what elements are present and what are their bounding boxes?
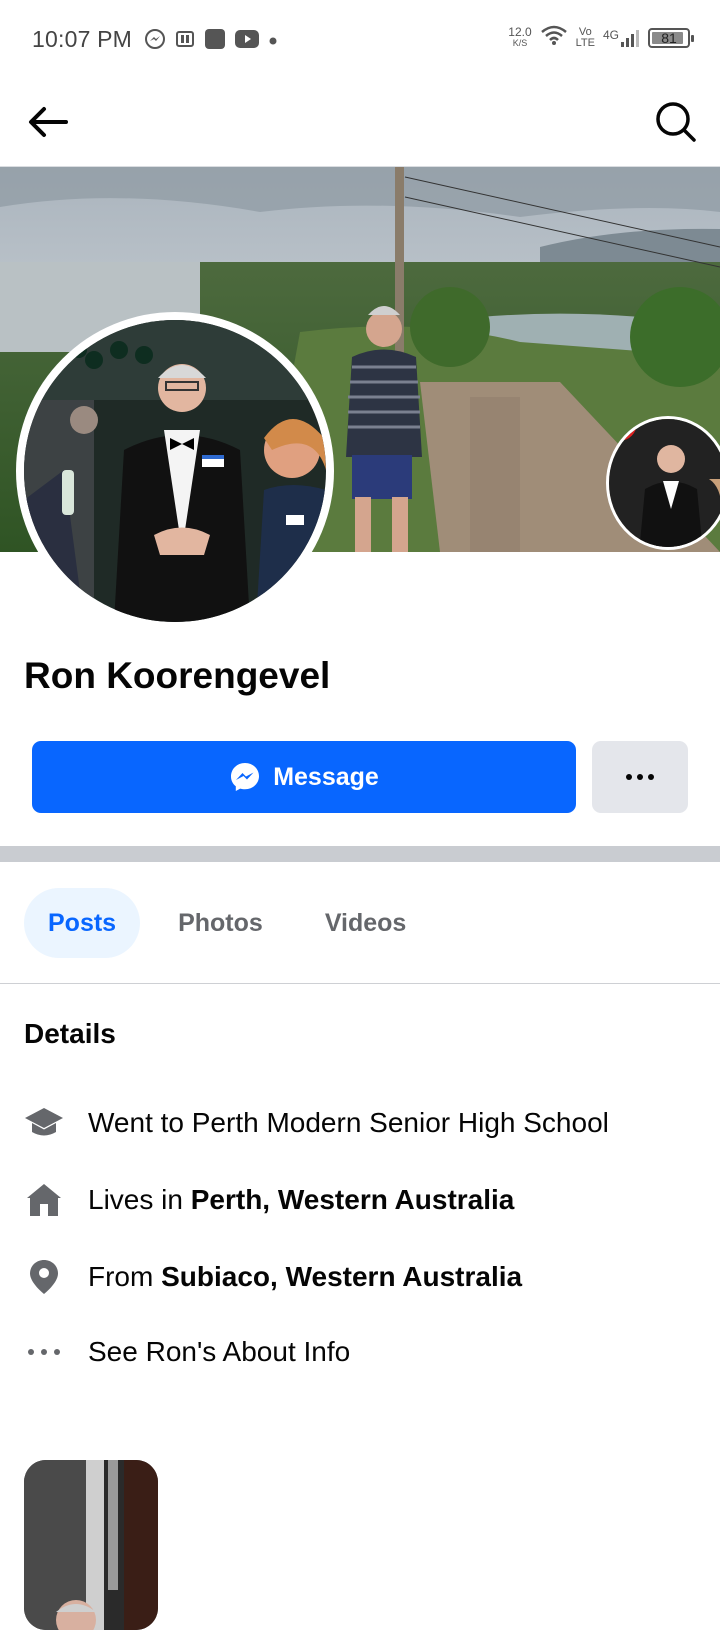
volte-label: Vo [578, 25, 592, 38]
youtube-icon [235, 30, 259, 53]
home-icon [24, 1180, 64, 1220]
details-title: Details [24, 1018, 116, 1049]
more-dots-icon [24, 1332, 64, 1372]
detail-from-text: From Subiaco, Western Australia [88, 1261, 522, 1293]
detail-education[interactable]: Went to Perth Modern Senior High School [24, 1098, 704, 1148]
lives-prefix: Lives in [88, 1184, 191, 1215]
net-speed-unit: K/S [512, 37, 528, 48]
tab-photos[interactable]: Photos [154, 888, 287, 958]
detail-education-text: Went to Perth Modern Senior High School [88, 1107, 609, 1138]
status-bar: 10:07 PM 12.0 K/S Vo LTE 4G 81 [0, 0, 720, 80]
battery-icon: 81 [648, 27, 694, 48]
detail-lives[interactable]: Lives in Perth, Western Australia [24, 1175, 704, 1225]
messenger-icon [231, 763, 260, 791]
signal-icon: 4G [603, 28, 640, 48]
profile-tabs: Posts Photos Videos [24, 888, 444, 958]
detail-from[interactable]: From Subiaco, Western Australia [24, 1252, 704, 1302]
message-button[interactable]: Message [32, 741, 576, 813]
location-pin-icon [24, 1257, 64, 1297]
messenger-icon [144, 28, 166, 55]
dot-icon [268, 33, 278, 51]
more-icon [626, 774, 654, 780]
battery-level: 81 [661, 29, 677, 46]
more-options-button[interactable] [592, 741, 688, 813]
story-thumbnail[interactable] [606, 416, 720, 550]
lives-place[interactable]: Perth, Western Australia [191, 1184, 515, 1215]
wifi-icon [540, 24, 568, 51]
app-icon [204, 28, 226, 55]
back-arrow-icon [29, 107, 68, 137]
profile-image [24, 320, 326, 622]
graduation-cap-icon [24, 1103, 64, 1143]
tab-videos[interactable]: Videos [301, 888, 431, 958]
back-button[interactable] [24, 100, 72, 144]
net-speed: 12.0 K/S [508, 24, 532, 49]
news-app-icon [175, 29, 195, 54]
tab-posts[interactable]: Posts [24, 888, 141, 958]
about-info-link[interactable]: See Ron's About Info [88, 1336, 350, 1368]
volte-indicator: Vo LTE [575, 25, 595, 49]
tabs-divider [0, 983, 720, 984]
profile-name: Ron Koorengevel [24, 655, 331, 696]
net-speed-value: 12.0 [508, 24, 532, 39]
detail-about-link[interactable]: See Ron's About Info [24, 1327, 704, 1377]
featured-photo[interactable] [24, 1460, 158, 1630]
top-nav [0, 80, 720, 167]
from-place[interactable]: Subiaco, Western Australia [161, 1261, 522, 1292]
search-icon [656, 102, 696, 142]
network-type: 4G [602, 27, 619, 42]
section-divider [0, 846, 720, 862]
volte-sub-label: LTE [575, 36, 595, 49]
story-image [609, 419, 720, 547]
system-icons: 12.0 K/S Vo LTE 4G 81 [508, 24, 694, 51]
profile-picture[interactable] [16, 312, 334, 630]
search-button[interactable] [654, 100, 698, 144]
from-prefix: From [88, 1261, 162, 1292]
message-button-label: Message [273, 762, 379, 791]
status-time: 10:07 PM [32, 26, 133, 52]
notification-icons [144, 28, 278, 55]
detail-lives-text: Lives in Perth, Western Australia [88, 1184, 514, 1216]
featured-photo-image [24, 1460, 158, 1630]
